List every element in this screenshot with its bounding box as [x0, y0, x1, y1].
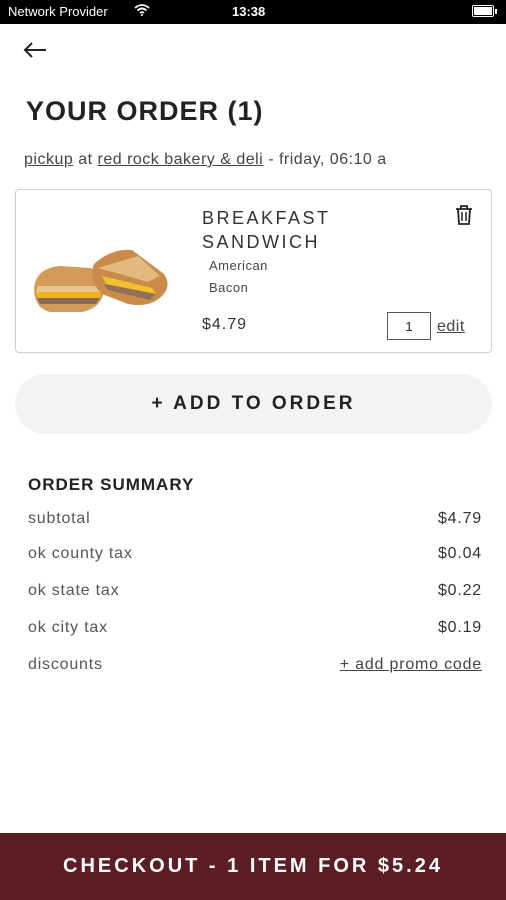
carrier-label: Network Provider	[8, 4, 108, 19]
order-summary-title: ORDER SUMMARY	[28, 475, 195, 494]
item-modifier: Bacon	[209, 280, 249, 295]
item-name: BREAKFAST SANDWICH	[202, 208, 331, 252]
summary-value: $0.04	[437, 545, 482, 562]
summary-row-city-tax: ok city tax $0.19	[28, 619, 482, 641]
pickup-location-link[interactable]: red rock bakery & deli	[98, 151, 264, 168]
clock: 13:38	[232, 4, 266, 19]
summary-label: ok state tax	[28, 582, 120, 599]
quantity-input[interactable]	[387, 312, 431, 340]
sandwich-image	[32, 246, 172, 329]
pickup-schedule: - friday, 06:10 a	[268, 151, 387, 168]
summary-row-state-tax: ok state tax $0.22	[28, 582, 482, 604]
trash-icon[interactable]	[454, 204, 474, 231]
order-item-card: BREAKFAST SANDWICH American Bacon $4.79 …	[15, 189, 492, 353]
add-promo-code-link[interactable]: + add promo code	[340, 656, 482, 674]
page-title: YOUR ORDER (1)	[26, 96, 264, 126]
add-to-order-button[interactable]: + ADD TO ORDER	[15, 374, 492, 434]
back-arrow-icon[interactable]	[22, 38, 48, 64]
item-price: $4.79	[202, 316, 248, 333]
wifi-icon	[134, 4, 150, 19]
battery-icon	[472, 5, 497, 17]
summary-row-discounts: discounts + add promo code	[28, 656, 482, 678]
summary-value: $0.22	[437, 582, 482, 599]
checkout-button[interactable]: CHECKOUT - 1 ITEM FOR $5.24	[0, 833, 506, 900]
summary-label: subtotal	[28, 510, 91, 527]
summary-value: $4.79	[437, 510, 482, 527]
discounts-label: discounts	[28, 656, 103, 673]
pickup-at-text: at	[78, 151, 93, 168]
summary-value: $0.19	[437, 619, 482, 636]
status-bar: Network Provider 13:38	[0, 0, 506, 24]
summary-row-subtotal: subtotal $4.79	[28, 510, 482, 532]
pickup-info: pickup at red rock bakery & deli - frida…	[24, 151, 387, 169]
summary-label: ok city tax	[28, 619, 108, 636]
summary-row-county-tax: ok county tax $0.04	[28, 545, 482, 567]
item-modifier: American	[209, 258, 268, 273]
edit-item-link[interactable]: edit	[437, 318, 465, 336]
summary-label: ok county tax	[28, 545, 133, 562]
pickup-mode-link[interactable]: pickup	[24, 151, 73, 168]
